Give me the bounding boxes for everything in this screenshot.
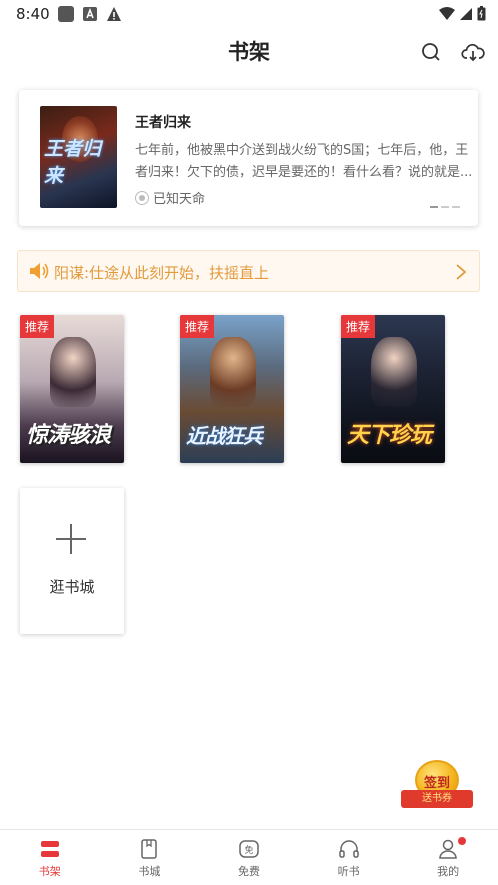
shelf-book[interactable]: 推荐 近战狂兵 <box>180 315 284 463</box>
featured-book-cover[interactable]: 王者归来 <box>40 106 117 208</box>
carousel-indicator <box>430 206 460 208</box>
nav-bookstore[interactable]: 书城 <box>100 830 200 885</box>
status-time: 8:40 <box>16 5 50 23</box>
promo-notice-bar[interactable]: 阳谋:仕途从此刻开始，扶摇直上 <box>17 250 480 292</box>
unread-dot <box>458 837 467 845</box>
nav-profile[interactable]: 我的 <box>398 830 498 885</box>
author-name: 已知天命 <box>153 192 206 207</box>
sign-in-badge[interactable]: 签到 送书券 <box>401 760 473 810</box>
search-icon[interactable] <box>419 40 443 64</box>
cover-title: 王者归来 <box>44 138 102 187</box>
featured-book-card[interactable]: 王者归来 王者归来 七年前，他被黑中介送到战火纷飞的S国；七年后，他，王者归来！… <box>19 90 478 226</box>
book-cover-title: 天下珍玩 <box>347 423 432 448</box>
cover-art <box>210 337 256 407</box>
headphones-icon <box>338 840 359 858</box>
nav-label: 我的 <box>437 865 460 878</box>
nav-free[interactable]: 免 免费 <box>199 830 299 885</box>
svg-text:免: 免 <box>244 844 253 856</box>
notice-text: 阳谋:仕途从此刻开始，扶摇直上 <box>54 264 270 282</box>
book-cover-title: 惊涛骇浪 <box>26 423 111 448</box>
cloud-download-icon[interactable] <box>461 40 485 64</box>
nav-label: 免费 <box>237 865 260 878</box>
cover-art <box>50 337 96 407</box>
shelf-book[interactable]: 推荐 惊涛骇浪 <box>20 315 124 463</box>
sign-in-ribbon: 送书券 <box>401 790 473 808</box>
wifi-icon <box>439 6 455 20</box>
app-header: 书架 <box>0 28 498 76</box>
recommend-badge: 推荐 <box>20 315 55 338</box>
carousel-dot <box>441 206 449 208</box>
browse-store-button[interactable]: 逛书城 <box>20 488 124 634</box>
shelf-book[interactable]: 推荐 天下珍玩 <box>341 315 445 463</box>
bookshelf-icon <box>40 841 59 857</box>
notification-icon <box>58 6 74 22</box>
battery-icon <box>477 6 486 21</box>
nav-label: 书架 <box>38 865 61 878</box>
app-notification-icon <box>83 7 97 21</box>
chevron-right-icon <box>456 264 467 280</box>
bottom-nav: 书架 书城 免 免费 听书 我的 <box>0 829 498 885</box>
featured-book-title: 王者归来 <box>135 115 191 131</box>
featured-book-author: 已知天命 <box>135 188 205 207</box>
nav-label: 听书 <box>337 865 360 878</box>
signal-icon <box>460 7 472 20</box>
browse-store-label: 逛书城 <box>49 578 95 596</box>
nav-bookshelf[interactable]: 书架 <box>0 830 100 885</box>
plus-icon <box>56 524 86 554</box>
status-bar: 8:40 <box>0 0 498 28</box>
bookstore-icon <box>141 839 158 859</box>
sign-in-label: 签到 <box>423 776 450 791</box>
free-icon: 免 <box>239 840 259 858</box>
warning-icon <box>107 7 121 21</box>
cover-art <box>371 337 417 407</box>
nav-audio[interactable]: 听书 <box>299 830 399 885</box>
carousel-dot <box>430 206 438 208</box>
featured-book-description: 七年前，他被黑中介送到战火纷飞的S国；七年后，他，王者归来！欠下的债，迟早是要还… <box>135 143 473 180</box>
recommend-badge: 推荐 <box>341 315 376 338</box>
author-icon <box>135 190 149 205</box>
book-cover-title: 近战狂兵 <box>186 424 263 448</box>
profile-icon <box>439 839 457 859</box>
speaker-icon <box>30 263 49 279</box>
nav-label: 书城 <box>138 865 161 878</box>
carousel-dot <box>452 206 460 208</box>
recommend-badge: 推荐 <box>180 315 215 338</box>
